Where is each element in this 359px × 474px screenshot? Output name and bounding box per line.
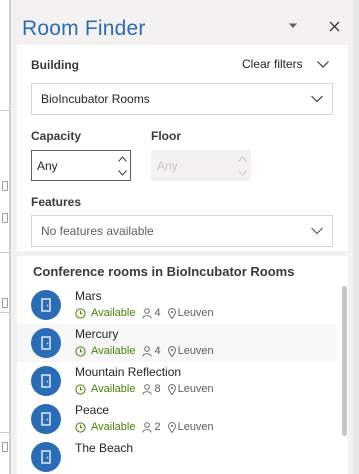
availability-status: Available: [75, 345, 135, 357]
capacity-stepper-arrows[interactable]: [117, 152, 127, 180]
chevron-down-icon: [316, 60, 329, 68]
close-icon: [329, 21, 339, 31]
location-pin-icon: [167, 345, 176, 357]
availability-status: Available: [75, 421, 135, 433]
location-text: Leuven: [177, 421, 214, 433]
clear-filters-label: Clear filters: [242, 57, 303, 71]
floor-value: Any: [157, 158, 178, 173]
room-name: Mars: [75, 289, 102, 303]
divider: [0, 110, 10, 111]
room-list-item[interactable]: Mercury Available 4 Leuven: [17, 324, 337, 362]
results-scrollbar[interactable]: [341, 256, 348, 474]
availability-text: Available: [91, 345, 136, 357]
person-icon: [142, 383, 153, 395]
room-name: The Beach: [75, 441, 134, 455]
ruler-marker: [2, 213, 8, 223]
availability-status: Available: [75, 383, 135, 395]
pane-titlebar: Room Finder: [11, 0, 354, 50]
chevron-up-icon: [237, 156, 247, 162]
location-pin-icon: [167, 421, 176, 433]
features-label: Features: [31, 195, 82, 209]
floor-stepper-arrows: [237, 152, 247, 180]
clock-icon: [75, 383, 86, 395]
location-pin-icon: [167, 383, 176, 395]
capacity-label: Capacity: [31, 129, 82, 143]
person-icon: [142, 345, 153, 357]
filters-panel: Building Clear filters BioIncubator Room…: [17, 45, 348, 251]
building-select-value: BioIncubator Rooms: [41, 92, 150, 106]
availability-text: Available: [91, 383, 136, 395]
door-icon: [31, 404, 61, 434]
room-location: Leuven: [167, 307, 214, 319]
scrollbar-thumb[interactable]: [342, 286, 347, 436]
location-text: Leuven: [177, 307, 214, 319]
door-icon: [31, 328, 61, 358]
results-title: Conference rooms in BioIncubator Rooms: [33, 264, 295, 279]
door-icon: [31, 290, 61, 320]
caret-down-icon: [289, 23, 297, 28]
clock-icon: [75, 345, 86, 357]
availability-text: Available: [91, 307, 136, 319]
ruler-marker: [2, 181, 8, 191]
capacity-count: 4: [154, 345, 161, 357]
capacity-stepper[interactable]: Any: [31, 150, 131, 181]
features-select[interactable]: No features available: [31, 215, 333, 247]
capacity-count: 2: [154, 421, 161, 433]
room-name: Peace: [75, 403, 110, 417]
door-icon: [31, 366, 61, 396]
availability-text: Available: [91, 421, 136, 433]
door-icon: [31, 442, 61, 472]
room-location: Leuven: [167, 383, 214, 395]
room-list-item[interactable]: Mars Available 4 Leuven: [17, 286, 337, 324]
room-details: Available 2 Leuven: [75, 421, 214, 433]
room-details: Available 8 Leuven: [75, 383, 214, 395]
clock-icon: [75, 307, 86, 319]
chevron-down-icon: [311, 95, 323, 103]
features-select-value: No features available: [41, 224, 154, 238]
chevron-down-icon[interactable]: [117, 170, 127, 176]
room-name: Mountain Reflection: [75, 365, 182, 379]
room-name: Mercury: [75, 327, 119, 341]
chevron-up-icon[interactable]: [117, 156, 127, 162]
building-label: Building: [31, 58, 79, 72]
close-pane-button[interactable]: [324, 16, 344, 36]
divider: [0, 312, 10, 313]
ruler-marker: [2, 442, 8, 452]
host-document-edge: [0, 0, 10, 474]
capacity-value: Any: [37, 158, 58, 173]
room-capacity: 8: [142, 383, 161, 395]
availability-status: Available: [75, 307, 135, 319]
location-text: Leuven: [177, 383, 214, 395]
location-text: Leuven: [177, 345, 214, 357]
floor-stepper: Any: [151, 150, 251, 181]
person-icon: [142, 307, 153, 319]
room-results-list: Conference rooms in BioIncubator Rooms M…: [17, 256, 348, 474]
room-details: Available 4 Leuven: [75, 307, 214, 319]
pane-title: Room Finder: [22, 17, 146, 40]
room-capacity: 4: [142, 345, 161, 357]
room-location: Leuven: [167, 421, 214, 433]
person-icon: [142, 421, 153, 433]
chevron-down-icon: [237, 170, 247, 176]
room-location: Leuven: [167, 345, 214, 357]
clear-filters-button[interactable]: Clear filters: [242, 57, 329, 71]
divider: [0, 252, 10, 253]
building-select[interactable]: BioIncubator Rooms: [31, 83, 333, 115]
capacity-count: 4: [154, 307, 161, 319]
room-details: Available 4 Leuven: [75, 345, 214, 357]
chevron-down-icon: [311, 227, 323, 235]
pane-options-button[interactable]: [283, 16, 303, 36]
room-list-item[interactable]: The Beach: [17, 438, 337, 474]
ruler-marker: [2, 298, 8, 308]
floor-label: Floor: [151, 129, 181, 143]
room-list-item[interactable]: Mountain Reflection Available 8 Leuven: [17, 362, 337, 400]
room-capacity: 4: [142, 307, 161, 319]
room-capacity: 2: [142, 421, 161, 433]
capacity-count: 8: [154, 383, 161, 395]
room-list-item[interactable]: Peace Available 2 Leuven: [17, 400, 337, 438]
divider: [0, 432, 10, 433]
location-pin-icon: [167, 307, 176, 319]
room-finder-pane: Room Finder Building Clear filters BioIn…: [10, 0, 353, 474]
clock-icon: [75, 421, 86, 433]
